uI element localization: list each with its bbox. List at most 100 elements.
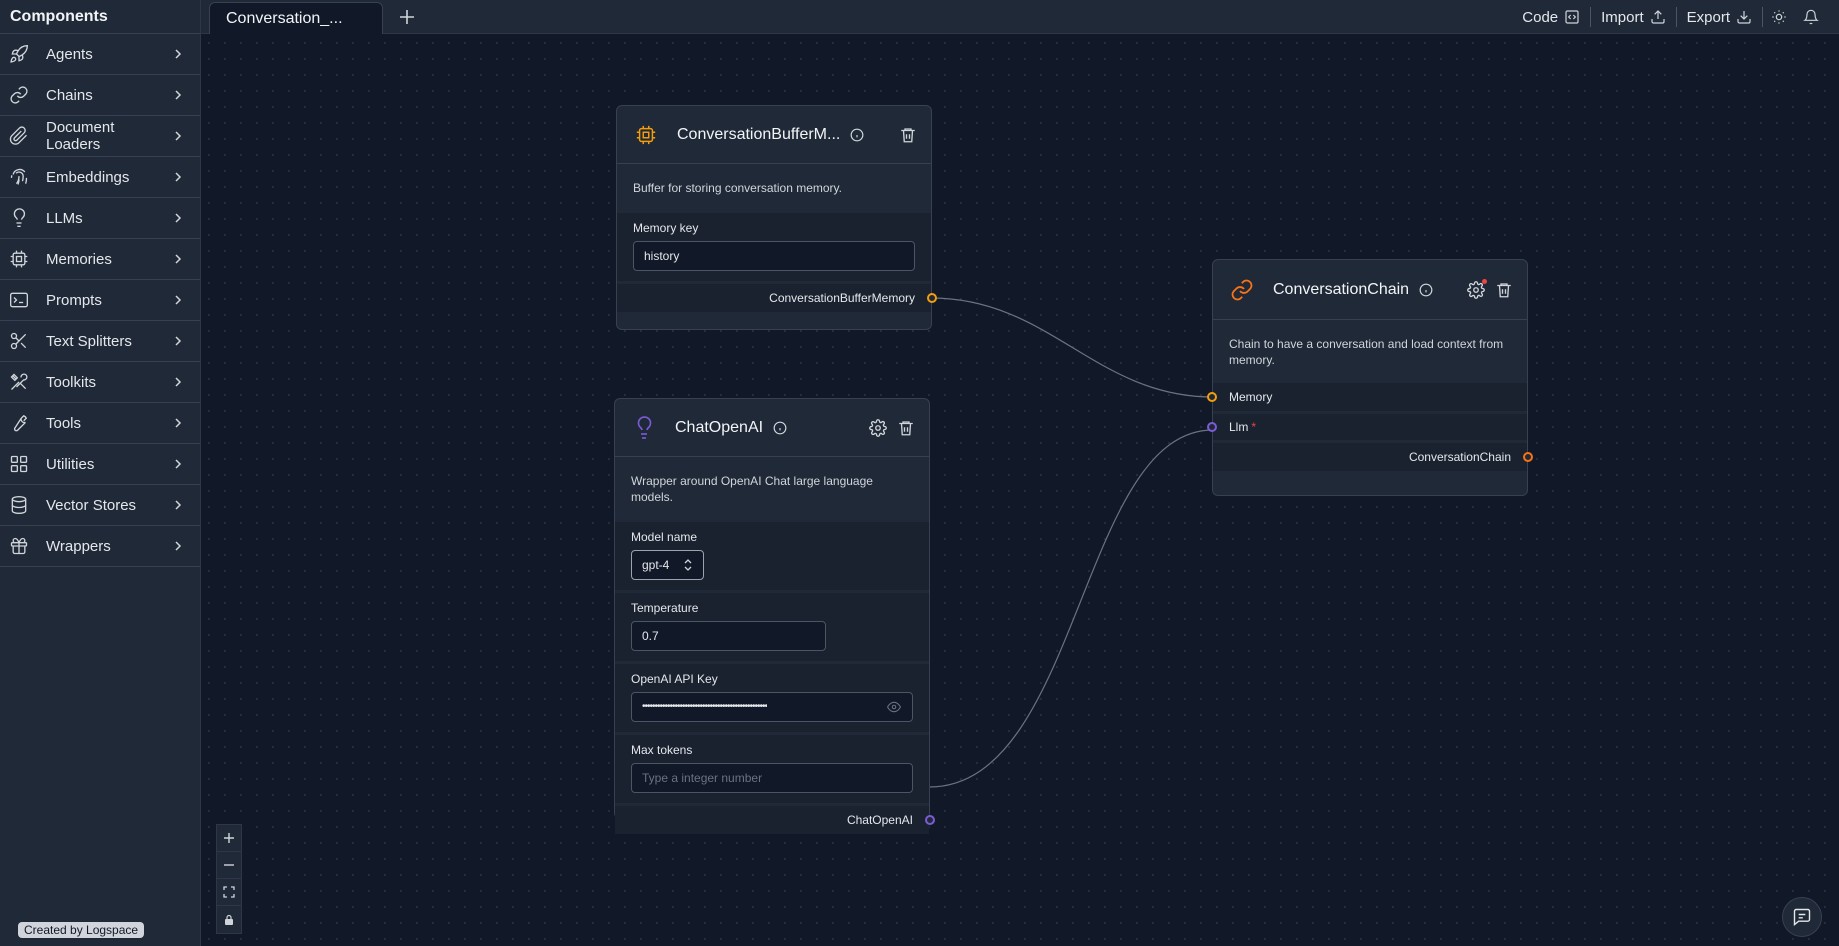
memory-key-input[interactable] — [633, 241, 915, 271]
field-model-name: Model name gpt-4 — [615, 522, 929, 590]
code-button[interactable]: Code — [1512, 9, 1590, 26]
sidebar-item-toolkits[interactable]: Toolkits — [0, 362, 200, 403]
add-tab-icon[interactable] — [397, 7, 417, 27]
flow-canvas[interactable] — [201, 35, 1839, 946]
download-icon — [1737, 11, 1751, 24]
settings-button[interactable] — [1467, 278, 1487, 299]
zoom-controls — [216, 824, 242, 934]
input-label: Memory — [1229, 390, 1273, 404]
chevron-right-icon — [175, 459, 182, 469]
sidebar-item-wrappers[interactable]: Wrappers — [0, 526, 200, 567]
sidebar-item-tools[interactable]: Tools — [0, 403, 200, 444]
info-icon[interactable] — [1419, 283, 1433, 297]
sidebar-item-label: Wrappers — [46, 537, 111, 555]
sidebar-title: Components — [0, 0, 200, 34]
node-title: ChatOpenAI — [675, 418, 764, 436]
node-title: ConversationChain — [1273, 280, 1410, 298]
model-select[interactable]: gpt-4 — [631, 550, 704, 580]
chevron-right-icon — [175, 49, 182, 59]
components-sidebar: Components Agents Chains Document Loader… — [0, 0, 201, 946]
field-temperature: Temperature — [615, 593, 929, 661]
cpu-icon — [633, 122, 659, 148]
fingerprint-icon — [8, 166, 30, 188]
lightbulb-icon — [631, 415, 657, 441]
sidebar-item-text-splitters[interactable]: Text Splitters — [0, 321, 200, 362]
output-handle[interactable] — [927, 293, 937, 303]
alert-dot — [1482, 278, 1487, 284]
input-handle-llm[interactable] — [1207, 422, 1217, 432]
sidebar-item-prompts[interactable]: Prompts — [0, 280, 200, 321]
minus-icon — [224, 864, 234, 866]
field-label: Max tokens — [631, 743, 693, 757]
export-button[interactable]: Export — [1677, 9, 1762, 26]
node-description: Wrapper around OpenAI Chat large languag… — [631, 474, 873, 504]
sidebar-item-label: Toolkits — [46, 373, 97, 391]
node-description: Chain to have a conversation and load co… — [1229, 337, 1504, 367]
upload-icon — [1651, 10, 1665, 24]
field-label: Temperature — [631, 601, 699, 615]
output-handle[interactable] — [1523, 452, 1533, 462]
output-handle[interactable] — [925, 815, 935, 825]
tab-conversation[interactable]: Conversation_... — [209, 2, 383, 34]
sidebar-item-document-loaders[interactable]: Document Loaders — [0, 116, 200, 157]
sidebar-item-vector-stores[interactable]: Vector Stores — [0, 485, 200, 526]
node-header: ConversationChain — [1213, 260, 1527, 320]
sun-icon — [1772, 10, 1786, 24]
database-icon — [8, 494, 30, 516]
input-row-memory: Memory — [1207, 383, 1527, 411]
temperature-input[interactable] — [631, 621, 826, 651]
field-label: Model name — [631, 530, 698, 544]
node-header: ConversationBufferM... — [617, 106, 931, 164]
chevron-right-icon — [175, 336, 182, 346]
max-tokens-input[interactable] — [631, 763, 913, 793]
sidebar-item-agents[interactable]: Agents — [0, 34, 200, 75]
sidebar-item-label: Tools — [46, 414, 82, 432]
info-icon[interactable] — [850, 128, 864, 142]
top-bar: Conversation_... Code Import Export — [201, 0, 1839, 34]
notifications-button[interactable] — [1795, 9, 1827, 25]
zoom-in-button[interactable] — [217, 825, 241, 852]
sidebar-item-memories[interactable]: Memories — [0, 239, 200, 280]
sidebar-item-chains[interactable]: Chains — [0, 75, 200, 116]
chat-button[interactable] — [1782, 897, 1822, 937]
sidebar-item-label: Text Splitters — [46, 332, 132, 350]
node-conversation-chain[interactable]: ConversationChain Chain to have a conver… — [1207, 259, 1533, 496]
sidebar-item-label: Vector Stores — [46, 496, 137, 514]
sidebar-item-utilities[interactable]: Utilities — [0, 444, 200, 485]
node-chat-openai[interactable]: ChatOpenAI Wrapper around OpenAI Chat la… — [614, 398, 935, 834]
eye-icon[interactable] — [886, 700, 902, 714]
theme-toggle-button[interactable] — [1763, 9, 1795, 25]
output-label: ConversationChain — [1408, 450, 1511, 464]
delete-button[interactable] — [899, 126, 917, 144]
fit-view-button[interactable] — [217, 879, 241, 906]
delete-button[interactable] — [897, 419, 915, 437]
terminal-icon — [8, 289, 30, 311]
lock-button[interactable] — [217, 906, 241, 933]
sidebar-item-label: Agents — [46, 45, 93, 63]
sidebar-item-embeddings[interactable]: Embeddings — [0, 157, 200, 198]
required-marker: * — [1251, 420, 1257, 434]
delete-button[interactable] — [1495, 281, 1513, 299]
chat-icon — [1793, 908, 1811, 926]
created-by-badge[interactable]: Created by Logspace — [18, 922, 145, 938]
api-key-value: ••••••••••••••••••••••••••••••••••••••••… — [642, 701, 768, 712]
zoom-out-button[interactable] — [217, 852, 241, 879]
export-label: Export — [1686, 8, 1730, 26]
api-key-input[interactable]: ••••••••••••••••••••••••••••••••••••••••… — [631, 692, 913, 722]
input-handle-memory[interactable] — [1207, 392, 1217, 402]
output-label: ConversationBufferMemory — [769, 291, 915, 305]
input-row-llm: Llm * — [1207, 414, 1527, 440]
sidebar-item-llms[interactable]: LLMs — [0, 198, 200, 239]
chevron-right-icon — [175, 500, 182, 510]
sidebar-item-label: Prompts — [46, 291, 102, 309]
output-row: ConversationBufferMemory — [617, 284, 937, 312]
node-conversation-buffer-memory[interactable]: ConversationBufferM... Buffer for storin… — [616, 105, 937, 330]
paperclip-icon — [8, 125, 30, 147]
field-label: Memory key — [633, 221, 699, 235]
info-icon[interactable] — [773, 421, 787, 435]
trash-icon — [899, 420, 913, 435]
import-button[interactable]: Import — [1591, 9, 1676, 26]
settings-button[interactable] — [869, 418, 887, 437]
output-label: ChatOpenAI — [846, 813, 913, 827]
tools-icon — [8, 371, 30, 393]
